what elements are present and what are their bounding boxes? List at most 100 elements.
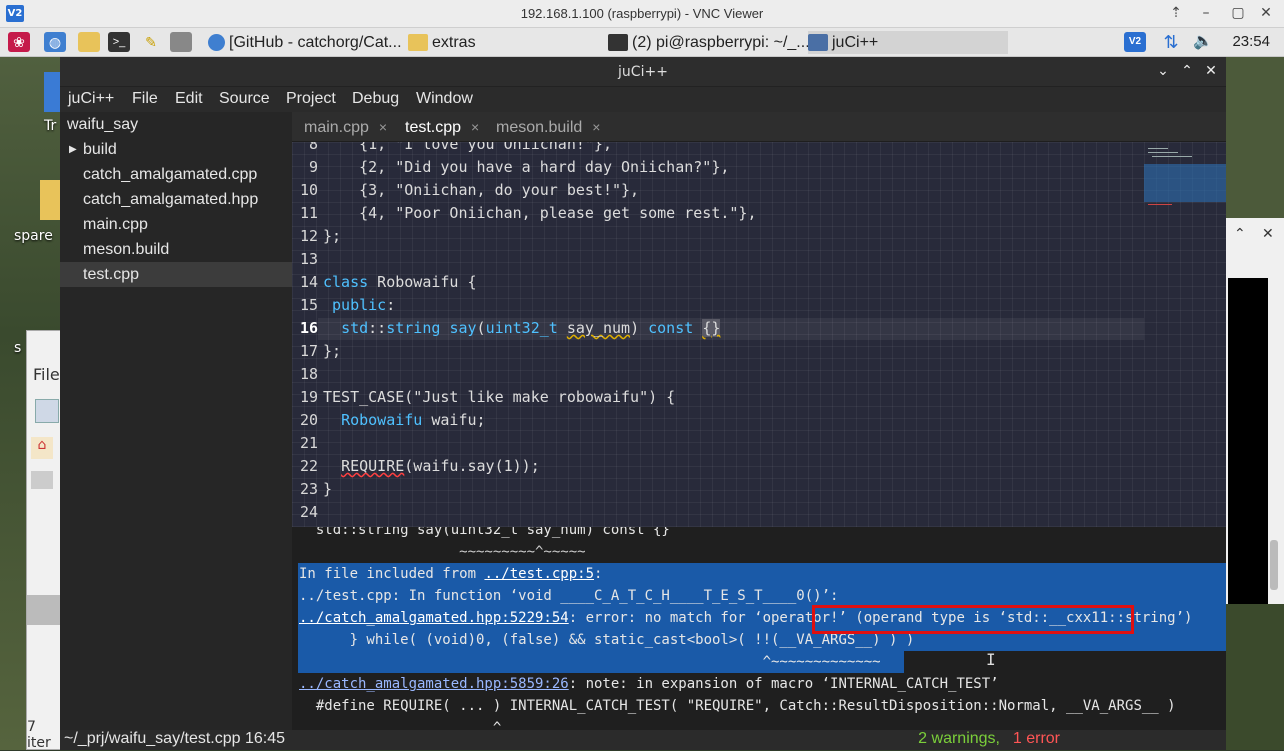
- scroll-area: [27, 595, 63, 625]
- code-editor[interactable]: 8 9 10 11 12 13 14 15 16 17 18 19 20 21 …: [292, 142, 1226, 527]
- terminal-line: ^: [299, 720, 502, 730]
- taskbar-item-browser[interactable]: [GitHub - catchorg/Cat...: [208, 31, 404, 54]
- line-number: 19: [299, 388, 318, 406]
- line-number: 15: [299, 296, 318, 314]
- minimap-viewport[interactable]: [1144, 164, 1226, 202]
- tree-item-selected[interactable]: test.cpp: [60, 262, 315, 287]
- line-number: 12: [299, 227, 318, 245]
- trash-icon[interactable]: [44, 72, 60, 112]
- tree-item-build[interactable]: ▶ build: [60, 137, 315, 162]
- black-panel: [1228, 278, 1268, 604]
- code-line: };: [323, 227, 342, 245]
- chevron-down-icon[interactable]: ⌄: [1154, 63, 1172, 79]
- home-icon[interactable]: ⌂: [31, 437, 53, 459]
- text-cursor-icon: I: [986, 650, 996, 669]
- menu-juci[interactable]: juCi++: [68, 90, 114, 108]
- folder-icon: [408, 34, 428, 52]
- desktop-taskbar: ❀ ◍ >_ ✎ [GitHub - catchorg/Cat... extra…: [0, 28, 1284, 57]
- line-number: 8: [308, 142, 318, 153]
- close-icon[interactable]: ✕: [1256, 5, 1276, 21]
- menu-window[interactable]: Window: [416, 90, 473, 108]
- code-line: public:: [332, 296, 396, 314]
- line-number: 11: [299, 204, 318, 222]
- code-line: }: [323, 480, 333, 498]
- volume-icon[interactable]: 🔈: [1192, 32, 1214, 52]
- drive-icon[interactable]: [31, 471, 53, 489]
- menu-source[interactable]: Source: [219, 90, 270, 108]
- view-icon[interactable]: [35, 399, 59, 423]
- network-icon[interactable]: ⇅: [1160, 32, 1182, 52]
- tree-item[interactable]: catch_amalgamated.hpp: [60, 187, 315, 212]
- item-count: 7 iter: [27, 719, 51, 751]
- minimize-icon[interactable]: –: [1196, 5, 1216, 21]
- tools-icon[interactable]: [170, 32, 192, 52]
- tab-test-cpp[interactable]: test.cpp ×: [405, 112, 480, 144]
- menu-project[interactable]: Project: [286, 90, 336, 108]
- line-number: 13: [299, 250, 318, 268]
- line-number: 17: [299, 342, 318, 360]
- maximize-icon[interactable]: ⌃: [1178, 63, 1196, 79]
- note-link[interactable]: ../catch_amalgamated.hpp:5859:26: [299, 676, 569, 692]
- raspberry-menu-icon[interactable]: ❀: [8, 32, 30, 52]
- scrollbar-thumb[interactable]: [1270, 540, 1278, 590]
- desktop-background: [1226, 57, 1284, 218]
- close-icon[interactable]: ✕: [1202, 63, 1220, 79]
- maximize-icon[interactable]: ▢: [1228, 5, 1248, 21]
- line-number: 21: [299, 434, 318, 452]
- minimap[interactable]: [1144, 142, 1226, 527]
- close-icon[interactable]: ×: [592, 119, 600, 135]
- vnc-title-bar[interactable]: V2 192.168.1.100 (raspberrypi) - VNC Vie…: [0, 0, 1284, 28]
- terminal-line: ~~~~~~~~~^~~~~~: [299, 544, 586, 560]
- tree-item[interactable]: catch_amalgamated.cpp: [60, 162, 315, 187]
- terminal-line: #define REQUIRE( ... ) INTERNAL_CATCH_TE…: [299, 698, 1176, 714]
- taskbar-item-juci[interactable]: juCi++: [808, 31, 1008, 54]
- terminal-output[interactable]: std::string say(uint32_t say_num) const …: [292, 527, 1226, 730]
- file-link[interactable]: ../test.cpp:5: [484, 566, 594, 582]
- terminal-line: std::string say(uint32_t say_num) const …: [299, 527, 670, 538]
- desktop-label: Tr: [44, 118, 57, 134]
- line-number: 9: [308, 158, 318, 176]
- error-link[interactable]: ../catch_amalgamated.hpp:5229:54: [299, 610, 569, 626]
- taskbar-item-extras[interactable]: extras: [408, 31, 604, 54]
- tab-meson-build[interactable]: meson.build ×: [496, 112, 600, 142]
- vnc-tray-icon[interactable]: V2: [1124, 32, 1146, 52]
- terminal-icon[interactable]: >_: [108, 32, 130, 52]
- code-line: };: [323, 342, 342, 360]
- terminal-line: In file included from ../test.cpp:5:: [299, 566, 603, 582]
- folder-icon[interactable]: [40, 180, 60, 220]
- web-browser-icon[interactable]: ◍: [44, 32, 66, 52]
- line-number: 18: [299, 365, 318, 383]
- tree-item[interactable]: meson.build: [60, 237, 315, 262]
- juci-window: juCi++ ⌄ ⌃ ✕ juCi++ File Edit Source Pro…: [60, 57, 1226, 750]
- chevron-right-icon[interactable]: ▶: [69, 137, 77, 162]
- line-number: 20: [299, 411, 318, 429]
- code-line: std::string say(uint32_t say_num) const …: [341, 319, 721, 337]
- project-tree: waifu_say ▶ build catch_amalgamated.cpp c…: [60, 112, 315, 730]
- minimize-icon[interactable]: ⌃: [1234, 226, 1246, 242]
- clock[interactable]: 23:54: [1232, 33, 1270, 50]
- line-number: 24: [299, 503, 318, 521]
- terminal-line: ^~~~~~~~~~~~~~: [299, 654, 881, 670]
- taskbar-item-terminal[interactable]: (2) pi@raspberrypi: ~/_...: [608, 31, 808, 54]
- menu-debug[interactable]: Debug: [352, 90, 399, 108]
- cursor-position: ~/_prj/waifu_say/test.cpp 16:45: [64, 730, 286, 747]
- desktop-label: s: [14, 340, 22, 356]
- upload-icon[interactable]: ⇡: [1166, 5, 1186, 21]
- close-icon[interactable]: ✕: [1262, 226, 1274, 242]
- menu-file[interactable]: File: [132, 90, 158, 108]
- tree-root[interactable]: waifu_say: [60, 112, 299, 137]
- file-manager-icon[interactable]: [78, 32, 100, 52]
- juci-title-bar[interactable]: juCi++ ⌄ ⌃ ✕: [60, 57, 1226, 87]
- code-line: TEST_CASE("Just like make robowaifu") {: [323, 388, 676, 406]
- close-icon[interactable]: ×: [379, 119, 387, 135]
- line-number-current: 16: [299, 319, 318, 337]
- tree-item[interactable]: main.cpp: [60, 212, 315, 237]
- file-menu-label: File: [33, 365, 60, 384]
- chromium-icon: [208, 34, 225, 52]
- menu-edit[interactable]: Edit: [175, 90, 203, 108]
- tab-main-cpp[interactable]: main.cpp ×: [304, 112, 387, 142]
- code-line: {4, "Poor Oniichan, please get some rest…: [323, 204, 757, 222]
- desktop-background: [1226, 604, 1284, 750]
- pencil-icon[interactable]: ✎: [140, 32, 162, 52]
- close-icon[interactable]: ×: [471, 119, 479, 135]
